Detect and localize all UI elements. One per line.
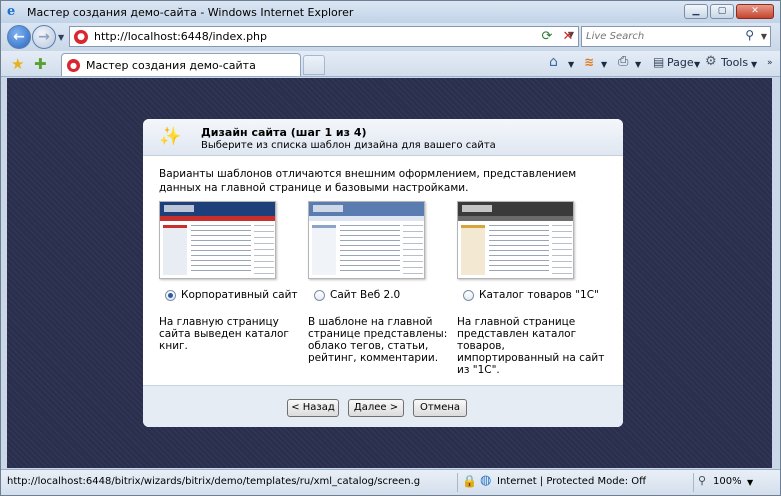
wizard-header: ✨ Дизайн сайта (шаг 1 из 4) Выберите из … — [143, 119, 623, 156]
template-note: На главную страницу сайта выведен катало… — [159, 316, 289, 352]
security-zone[interactable]: Internet | Protected Mode: Off — [497, 476, 646, 487]
zoom-level[interactable]: 100% — [713, 476, 742, 487]
preview-sidebar — [163, 225, 187, 275]
tab-command-bar: ★ ✚ ● Мастер создания демо-сайта ⌂ ▼ ≋ ▼… — [1, 51, 780, 77]
zoom-dropdown-icon[interactable]: ▼ — [747, 478, 753, 487]
wizard-subtitle: Выберите из списка шаблон дизайна для ва… — [201, 140, 496, 151]
template-label[interactable]: Корпоративный сайт — [181, 289, 298, 301]
search-box: ⚲ ▼ — [581, 26, 771, 47]
template-preview-image[interactable] — [457, 201, 574, 279]
preview-logo — [164, 205, 194, 212]
preview-nav — [160, 216, 275, 221]
browser-window: e Мастер создания демо-сайта - Windows I… — [0, 0, 781, 496]
preview-right-column — [552, 225, 572, 275]
lock-icon: 🔒 — [462, 474, 477, 488]
site-favicon-icon: ● — [67, 58, 80, 72]
template-option-web20[interactable]: Сайт Веб 2.0 В шаблоне на главной страни… — [308, 201, 447, 364]
tab-label: Мастер создания демо-сайта — [86, 58, 256, 72]
add-favorites-icon[interactable]: ✚ — [34, 55, 47, 73]
template-note: На главной странице представлен каталог … — [457, 316, 605, 376]
preview-header — [160, 202, 275, 216]
status-divider — [693, 473, 694, 492]
print-dropdown-icon[interactable]: ▼ — [635, 60, 641, 69]
preview-right-column — [403, 225, 423, 275]
ie-icon: e — [7, 4, 16, 19]
wizard-dialog: ✨ Дизайн сайта (шаг 1 из 4) Выберите из … — [143, 119, 623, 427]
preview-nav — [458, 216, 573, 221]
back-arrow-icon[interactable]: ← — [7, 25, 31, 49]
page-content: ✨ Дизайн сайта (шаг 1 из 4) Выберите из … — [7, 78, 772, 468]
globe-icon: ◍ — [480, 473, 492, 488]
new-tab-button[interactable] — [303, 55, 325, 75]
search-icon[interactable]: ⚲ — [745, 28, 754, 42]
address-bar[interactable]: ● http://localhost:6448/index.php ▼ — [69, 26, 579, 47]
template-preview-image[interactable] — [308, 201, 425, 279]
feeds-dropdown-icon[interactable]: ▼ — [601, 60, 607, 69]
feeds-icon[interactable]: ≋ — [584, 55, 594, 69]
template-label[interactable]: Каталог товаров "1С" — [479, 289, 599, 301]
template-radio-row[interactable]: Каталог товаров "1С" — [463, 289, 599, 301]
template-radio[interactable] — [314, 289, 325, 301]
tools-gear-icon: ⚙ — [705, 54, 717, 69]
favorites-star-icon[interactable]: ★ — [11, 55, 24, 73]
maximize-button[interactable]: ▢ — [710, 4, 734, 19]
search-dropdown-icon[interactable]: ▼ — [761, 32, 767, 41]
page-dropdown-icon[interactable]: ▼ — [694, 60, 700, 69]
status-divider — [457, 473, 458, 492]
template-radio-row[interactable]: Корпоративный сайт — [165, 289, 298, 301]
print-icon[interactable]: ⎙ — [618, 54, 628, 69]
address-url[interactable]: http://localhost:6448/index.php — [94, 30, 267, 43]
template-preview-image[interactable] — [159, 201, 276, 279]
preview-header — [458, 202, 573, 216]
page-icon: ▤ — [653, 55, 665, 69]
wizard-wand-icon: ✨ — [159, 126, 182, 147]
status-bar: http://localhost:6448/bitrix/wizards/bit… — [1, 469, 780, 495]
recent-pages-dropdown-icon[interactable]: ▼ — [58, 33, 64, 42]
home-dropdown-icon[interactable]: ▼ — [568, 60, 574, 69]
tab-active[interactable]: ● Мастер создания демо-сайта — [61, 53, 301, 76]
wizard-description: Варианты шаблонов отличаются внешним офо… — [159, 168, 577, 194]
stop-icon[interactable]: ✕ — [558, 27, 578, 46]
template-note: В шаблоне на главной странице представле… — [308, 316, 448, 364]
minimize-button[interactable]: ▁ — [684, 4, 708, 19]
close-button[interactable]: ✕ — [736, 4, 774, 19]
window-title: Мастер создания демо-сайта - Windows Int… — [27, 5, 354, 19]
template-radio[interactable] — [463, 289, 474, 301]
more-commands-icon[interactable]: » — [767, 58, 773, 68]
template-option-corporate[interactable]: Корпоративный сайт На главную страницу с… — [159, 201, 298, 352]
template-option-1c-catalog[interactable]: Каталог товаров "1С" На главной странице… — [457, 201, 604, 376]
wizard-title: Дизайн сайта (шаг 1 из 4) — [201, 126, 367, 139]
template-label[interactable]: Сайт Веб 2.0 — [330, 289, 400, 301]
zoom-icon: ⚲ — [698, 474, 707, 487]
window-controls: ▁ ▢ ✕ — [684, 4, 774, 19]
preview-header — [309, 202, 424, 216]
page-menu[interactable]: Page — [667, 56, 694, 69]
wizard-footer: < Назад Далее > Отмена — [143, 385, 623, 427]
preview-nav — [309, 216, 424, 221]
cancel-button[interactable]: Отмена — [413, 399, 467, 417]
preview-right-column — [254, 225, 274, 275]
tools-menu[interactable]: Tools — [721, 56, 748, 69]
title-bar: e Мастер создания демо-сайта - Windows I… — [1, 1, 780, 23]
search-input[interactable] — [582, 27, 732, 46]
preview-logo — [462, 205, 492, 212]
template-radio[interactable] — [165, 289, 176, 301]
preview-sidebar — [312, 225, 336, 275]
preview-sidebar — [461, 225, 485, 275]
home-icon[interactable]: ⌂ — [549, 54, 558, 70]
preview-logo — [313, 205, 343, 212]
status-url: http://localhost:6448/bitrix/wizards/bit… — [7, 476, 421, 487]
preview-main — [340, 225, 400, 275]
address-toolbar: ← → ▼ ● http://localhost:6448/index.php … — [1, 23, 780, 51]
preview-main — [489, 225, 549, 275]
refresh-icon[interactable]: ⟳ — [537, 27, 557, 46]
site-favicon-icon: ● — [74, 29, 88, 44]
preview-main — [191, 225, 251, 275]
back-button[interactable]: < Назад — [287, 399, 339, 417]
tools-dropdown-icon[interactable]: ▼ — [751, 60, 757, 69]
forward-arrow-icon[interactable]: → — [32, 25, 56, 49]
next-button[interactable]: Далее > — [348, 399, 404, 417]
template-radio-row[interactable]: Сайт Веб 2.0 — [314, 289, 400, 301]
